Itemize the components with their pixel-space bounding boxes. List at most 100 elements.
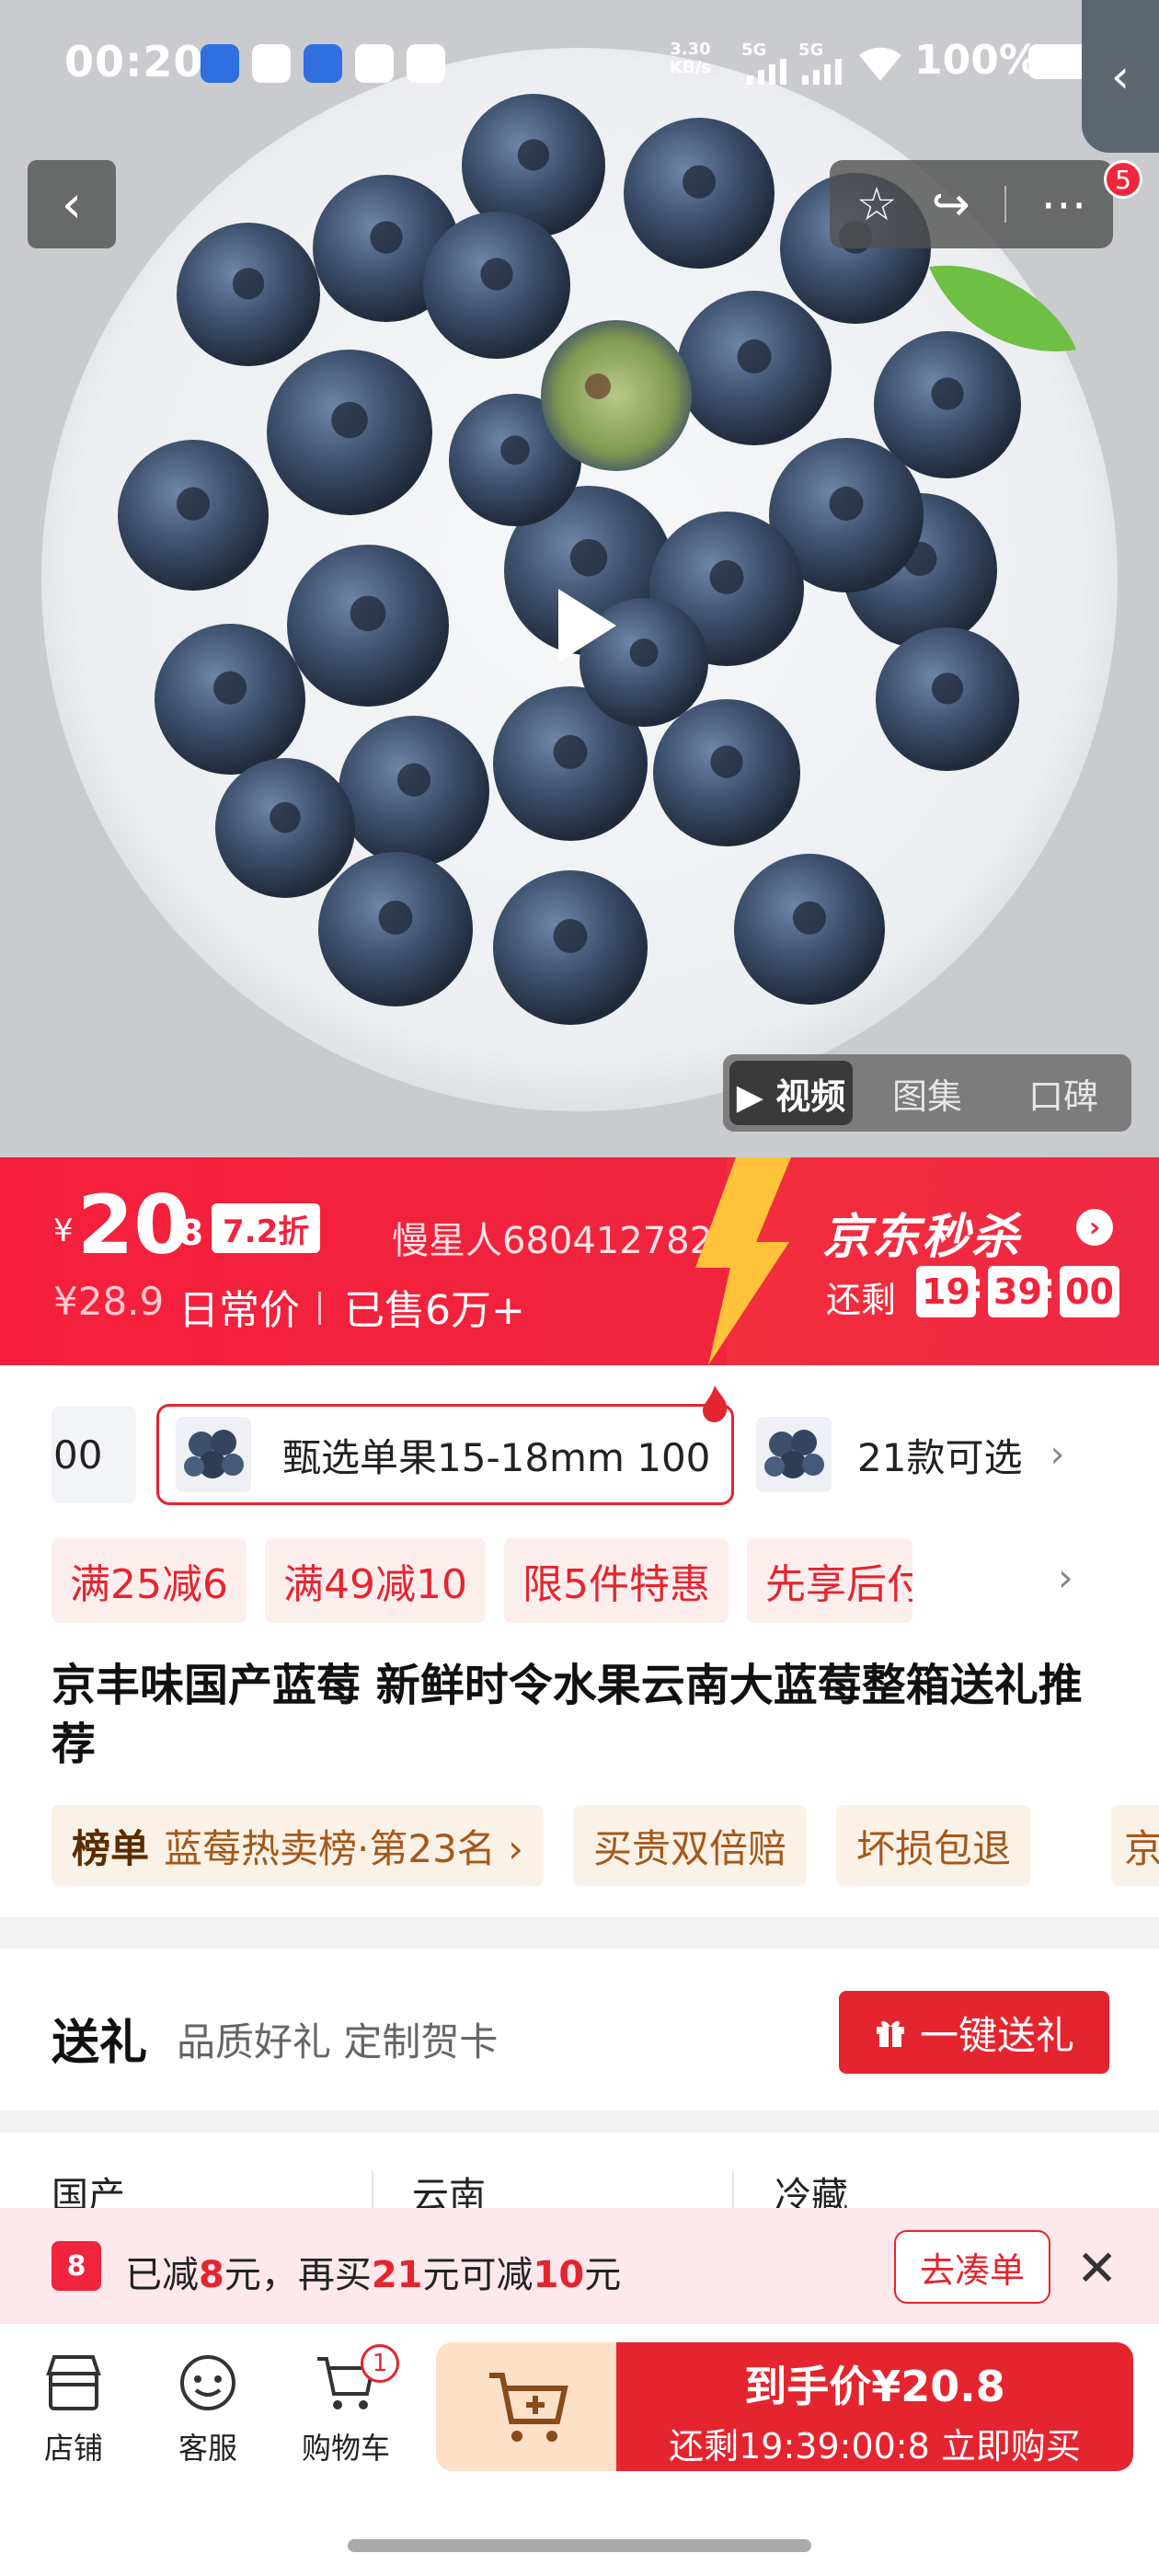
discount-message: 已减8元，再买21元可减10元 [125, 2245, 621, 2298]
price-banner[interactable]: ¥ 20 .8 7.2折 慢星人680412782 ¥28.9 日常价 已售6万… [0, 1157, 1159, 1365]
buy-now-button[interactable]: 到手价¥20.8 还剩19:39:00:8 立即购买 [616, 2342, 1133, 2471]
status-time: 00:20 [64, 37, 204, 86]
variant-thumbnail [176, 1417, 251, 1492]
gift-subtitle: 品质好礼 定制贺卡 [177, 2019, 499, 2064]
more-icon[interactable]: ⋯ [1040, 178, 1086, 231]
countdown-minutes: 39 [988, 1266, 1048, 1317]
msg-part: 元可减 [422, 2254, 534, 2296]
gift-icon [876, 2020, 904, 2047]
msg-part: 已减 [125, 2254, 199, 2296]
daily-price-label: 日常价 [178, 1287, 300, 1334]
hot-flame-icon [703, 1386, 728, 1422]
add-to-cart-button[interactable] [436, 2342, 620, 2471]
blueberry-crown [553, 918, 588, 953]
variant-thumbnail [756, 1417, 832, 1492]
guarantee-tag[interactable]: 坏损包退 [835, 1805, 1031, 1886]
original-price: ¥28.9 [53, 1279, 165, 1324]
blueberry-crown [396, 763, 431, 797]
blueberry-crown [792, 901, 827, 935]
countdown-colon: : [1041, 1266, 1056, 1306]
blueberry-crown [350, 595, 386, 632]
blueberry-crown [378, 900, 413, 935]
gift-title: 送礼 [52, 2016, 148, 2071]
close-icon[interactable]: ✕ [1076, 2239, 1118, 2297]
flash-sale-title: 京东秒杀 [822, 1210, 1022, 1265]
signal-bars-icon [802, 59, 842, 85]
promo-tag[interactable]: 满25减6 [52, 1538, 247, 1623]
store-button[interactable]: 店铺 [18, 2340, 129, 2467]
countdown-colon: : [970, 1266, 984, 1306]
countdown-seconds: 00 [1060, 1266, 1119, 1317]
home-indicator [348, 2539, 811, 2552]
guarantee-tag-partial[interactable]: 京 [1111, 1805, 1159, 1886]
chevron-left-icon: ‹ [61, 174, 83, 235]
chevron-right-icon[interactable]: › [1058, 1555, 1073, 1600]
blueberry-crown [629, 638, 659, 667]
blueberry-crown [176, 487, 211, 521]
msg-part: 元，再买 [224, 2254, 372, 2296]
countdown-hours: 19 [916, 1266, 976, 1317]
blueberry-crown [331, 401, 368, 439]
price-currency: ¥ [53, 1213, 74, 1249]
countdown-label: 还剩 [826, 1280, 897, 1320]
final-price-label: 到手价¥20.8 [744, 2362, 1005, 2411]
app-notification-icon [355, 44, 394, 83]
promo-tag[interactable]: 满49减10 [264, 1538, 486, 1623]
app-notification-icon [252, 44, 291, 83]
variant-label: 甄选单果15-18mm 100 [282, 1434, 711, 1480]
tab-gallery[interactable]: 图集 [866, 1061, 989, 1125]
promo-tag[interactable]: 限5件特惠 [503, 1538, 729, 1623]
variant-option-partial[interactable]: 00 [52, 1406, 136, 1503]
divider [318, 1292, 321, 1325]
blueberry-crown [480, 258, 513, 291]
signal-5g-1: 5G [741, 40, 767, 60]
guarantee-tag[interactable]: 买贵双倍赔 [572, 1805, 807, 1886]
blueberry-crown [212, 671, 247, 705]
product-title: 京丰味国产蓝莓 新鲜时令水果云南大蓝莓整箱送礼推荐 [52, 1660, 1083, 1770]
status-bar: 00:20 3.30 KB/s 5G 5G 100% [0, 0, 1159, 129]
add-more-items-button[interactable]: 去凑单 [894, 2230, 1050, 2304]
app-notification-icon [201, 44, 239, 83]
tab-reviews[interactable]: 口碑 [1002, 1061, 1125, 1125]
promotion-tags[interactable]: 满25减6 满49减10 限5件特惠 先享后付 [52, 1538, 912, 1623]
product-media[interactable]: 00:20 3.30 KB/s 5G 5G 100% ‹ ‹ ☆ ↪ ⋯ 5 ▶… [0, 0, 1159, 1157]
lightning-icon [695, 1157, 791, 1365]
blueberry-crown [270, 801, 301, 834]
store-icon [18, 2340, 129, 2425]
add-cart-icon [489, 2373, 568, 2442]
signal-5g-2: 5G [798, 40, 824, 60]
msg-value: 8 [199, 2254, 224, 2296]
msg-value: 10 [533, 2254, 585, 2296]
blueberry-crown [931, 377, 964, 410]
chevron-right-icon[interactable]: › [1076, 1209, 1113, 1246]
msg-part: 元 [584, 2254, 622, 2296]
service-label: 客服 [178, 2431, 237, 2466]
discount-badge: 7.2折 [212, 1203, 321, 1253]
ranking-label: 榜单 [72, 1825, 150, 1871]
variant-option-selected[interactable]: 甄选单果15-18mm 100 [156, 1404, 734, 1505]
wechat-icon [407, 44, 445, 83]
customer-service-button[interactable]: 客服 [153, 2340, 263, 2467]
service-icon [153, 2340, 263, 2425]
favorite-star-icon[interactable]: ☆ [856, 178, 898, 231]
ranking-value: 蓝莓热卖榜·第23名 › [164, 1825, 523, 1871]
chevron-right-icon: › [1050, 1433, 1065, 1476]
top-action-bar: ☆ ↪ ⋯ [830, 160, 1113, 248]
notification-badge: 5 [1104, 160, 1142, 199]
back-button[interactable]: ‹ [28, 160, 116, 248]
ranking-tag[interactable]: 榜单 蓝莓热卖榜·第23名 › [52, 1805, 544, 1886]
send-gift-button[interactable]: 一键送礼 [839, 1991, 1109, 2074]
blueberry-crown [553, 734, 588, 769]
blueberry-crown [232, 268, 265, 300]
share-icon[interactable]: ↪ [932, 178, 970, 231]
side-collapse-tab[interactable]: ‹ [1082, 0, 1159, 153]
gift-section: 送礼 品质好礼 定制贺卡 一键送礼 [0, 1949, 1159, 2110]
send-gift-label: 一键送礼 [919, 2012, 1074, 2058]
status-app-icons [201, 44, 445, 83]
play-icon[interactable] [538, 580, 630, 672]
variant-more[interactable]: 21款可选 › [756, 1404, 1064, 1505]
promo-tag[interactable]: 先享后付 [746, 1538, 912, 1623]
blueberry-crown [931, 673, 964, 705]
tab-video[interactable]: ▶ 视频 [729, 1061, 853, 1125]
product-page: 00:20 3.30 KB/s 5G 5G 100% ‹ ‹ ☆ ↪ ⋯ 5 ▶… [0, 0, 1159, 2576]
